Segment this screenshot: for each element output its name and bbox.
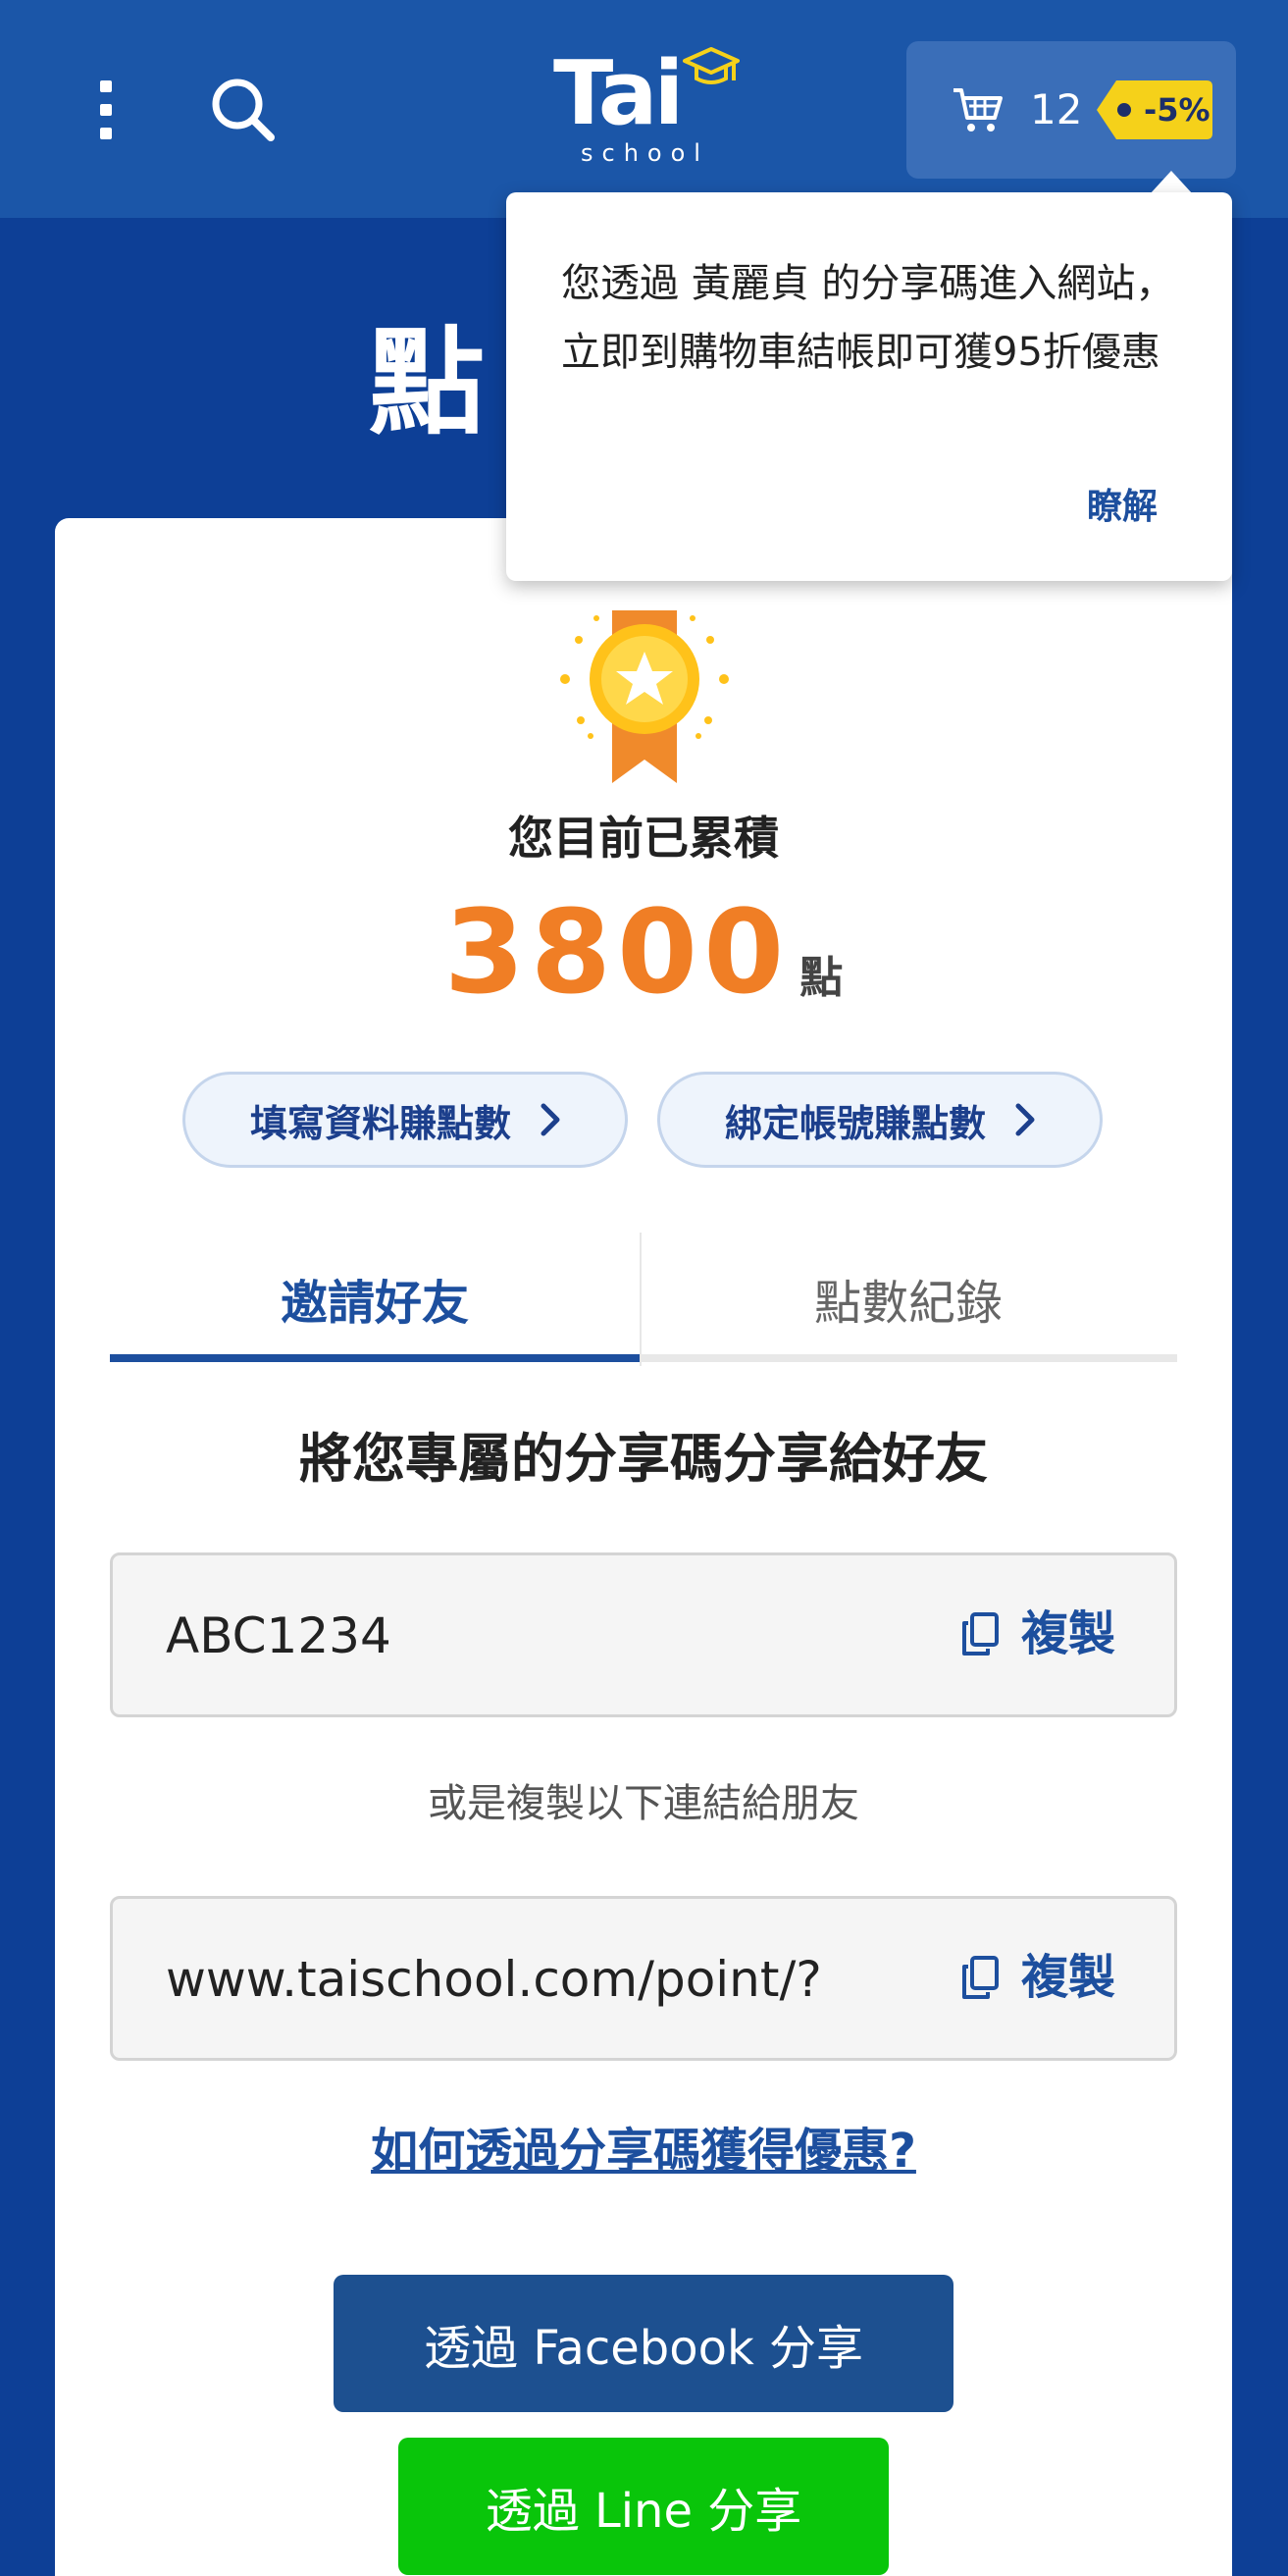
share-code-value: ABC1234 bbox=[166, 1607, 391, 1664]
tab-points-record[interactable]: 點數紀錄 bbox=[644, 1233, 1173, 1374]
logo-text: Tai bbox=[553, 42, 684, 145]
bind-account-label: 綁定帳號賺點數 bbox=[724, 1101, 986, 1145]
copy-label: 複製 bbox=[1020, 1606, 1115, 1661]
copy-code-button[interactable]: 複製 bbox=[960, 1604, 1115, 1663]
points-value: 3800 bbox=[443, 884, 791, 1020]
search-icon[interactable] bbox=[208, 75, 279, 145]
logo-subtext: school bbox=[581, 139, 709, 167]
share-line-button[interactable]: 透過 Line 分享 bbox=[398, 2438, 889, 2575]
referral-popover: 您透過 黃麗貞 的分享碼進入網站，立即到購物車結帳即可獲95折優惠 瞭解 bbox=[506, 192, 1232, 581]
more-menu-icon[interactable] bbox=[94, 80, 118, 139]
copy-icon bbox=[961, 1612, 999, 1656]
fill-info-label: 填寫資料賺點數 bbox=[249, 1101, 511, 1145]
chevron-right-icon bbox=[1015, 1103, 1035, 1136]
points-display: 3800 點 bbox=[55, 883, 1232, 1021]
graduation-cap-icon bbox=[683, 47, 740, 84]
share-facebook-button[interactable]: 透過 Facebook 分享 bbox=[334, 2275, 953, 2412]
copy-link-button[interactable]: 複製 bbox=[960, 1948, 1115, 2007]
tab-active-indicator bbox=[110, 1354, 640, 1362]
taischool-logo[interactable]: Tai school bbox=[549, 45, 746, 173]
medal-icon bbox=[560, 610, 729, 783]
cart-button[interactable]: 12 -5% bbox=[906, 41, 1236, 179]
popover-ok-button[interactable]: 瞭解 bbox=[1087, 483, 1158, 532]
fill-info-button[interactable]: 填寫資料賺點數 bbox=[182, 1072, 628, 1168]
share-heading: 將您專屬的分享碼分享給好友 bbox=[299, 1428, 988, 1490]
how-to-get-discount-link[interactable]: 如何透過分享碼獲得優惠? bbox=[55, 2120, 1232, 2182]
popover-message: 您透過 黃麗貞 的分享碼進入網站，立即到購物車結帳即可獲95折優惠 bbox=[561, 261, 1175, 375]
top-header: Tai school 12 -5% bbox=[0, 0, 1288, 218]
or-copy-link-text: 或是複製以下連結給朋友 bbox=[428, 1781, 859, 1826]
tab-divider bbox=[640, 1233, 642, 1366]
bind-account-button[interactable]: 綁定帳號賺點數 bbox=[657, 1072, 1103, 1168]
popover-arrow bbox=[1150, 171, 1193, 194]
cart-icon bbox=[953, 88, 1003, 131]
chevron-right-icon bbox=[541, 1103, 560, 1136]
share-code-field: ABC1234 複製 bbox=[110, 1552, 1177, 1717]
tab-invite-friends[interactable]: 邀請好友 bbox=[110, 1233, 640, 1374]
page-title: 點 bbox=[369, 315, 486, 450]
points-label: 您目前已累積 bbox=[508, 812, 779, 865]
copy-icon bbox=[961, 1956, 999, 1999]
discount-badge: -5% bbox=[1095, 79, 1214, 141]
share-link-field: www.taischool.com/point/? 複製 bbox=[110, 1896, 1177, 2061]
points-unit: 點 bbox=[799, 953, 844, 1003]
cart-count: 12 bbox=[1030, 85, 1083, 133]
discount-text: -5% bbox=[1144, 91, 1211, 129]
copy-label: 複製 bbox=[1020, 1950, 1115, 2005]
share-link-value: www.taischool.com/point/? bbox=[166, 1951, 822, 2008]
points-card: 您目前已累積 3800 點 填寫資料賺點數 綁定帳號賺點數 邀請好友 點數紀錄 將… bbox=[55, 518, 1232, 2576]
